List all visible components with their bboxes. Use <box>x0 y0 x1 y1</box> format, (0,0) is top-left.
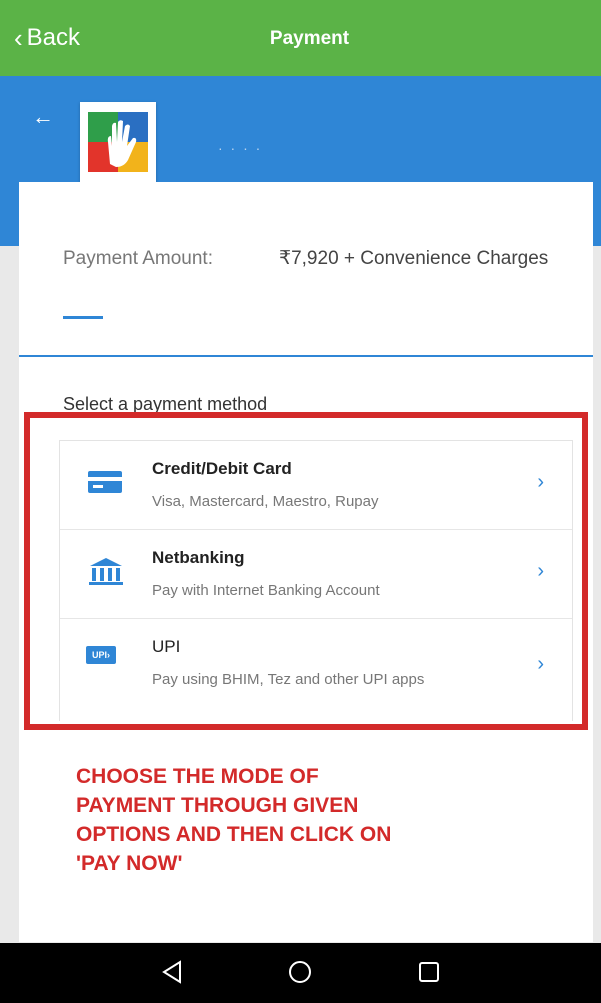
payment-amount-value: ₹7,920 + Convenience Charges <box>279 248 549 269</box>
merchant-logo <box>80 102 156 182</box>
home-circle-icon[interactable] <box>287 959 313 990</box>
merchant-name: · · · · <box>218 140 263 156</box>
highlight-box <box>24 412 588 730</box>
top-app-bar: ‹ Back Payment <box>0 0 601 76</box>
hand-logo-icon <box>88 112 148 172</box>
payment-amount-label: Payment Amount: <box>63 248 213 269</box>
recents-square-icon[interactable] <box>416 959 442 990</box>
arrow-left-icon[interactable]: ← <box>32 104 54 130</box>
accent-dash <box>63 316 103 319</box>
system-nav-bar <box>0 943 601 1003</box>
back-triangle-icon[interactable] <box>160 959 186 990</box>
page-title: Payment <box>269 28 350 49</box>
instruction-annotation: CHOOSE THE MODE OF PAYMENT THROUGH GIVEN… <box>76 765 392 875</box>
section-divider <box>19 355 593 357</box>
